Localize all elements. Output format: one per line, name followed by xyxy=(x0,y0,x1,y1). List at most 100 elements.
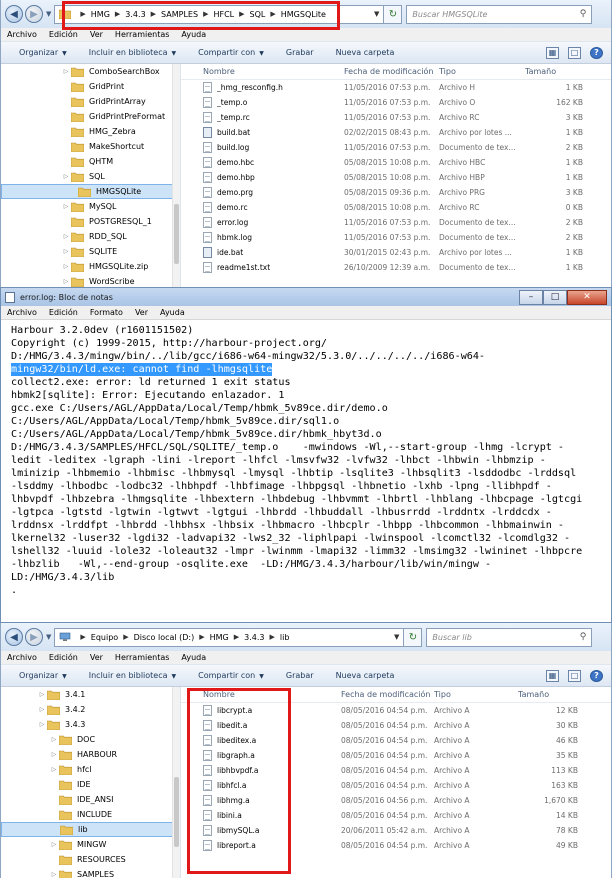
breadcrumb-separator[interactable]: ▶ xyxy=(151,10,156,18)
expand-arrow-icon[interactable]: ▷ xyxy=(49,736,59,743)
file-row[interactable]: readme1st.txt 26/10/2009 12:39 a.m. Docume… xyxy=(181,260,611,275)
tree-item[interactable]: INCLUDE xyxy=(1,807,180,822)
tree-item[interactable]: ▷ MySQL xyxy=(1,199,180,214)
expand-arrow-icon[interactable]: ▷ xyxy=(61,263,71,270)
file-row[interactable]: _temp.rc 11/05/2016 07:53 p.m. Archivo RC 3… xyxy=(181,110,611,125)
share-with-button[interactable]: Compartir con ▼ xyxy=(198,48,264,57)
file-row[interactable]: build.log 11/05/2016 07:53 p.m. Documento … xyxy=(181,140,611,155)
file-row[interactable]: libgraph.a 08/05/2016 04:54 p.m. Archivo A… xyxy=(181,748,611,763)
back-button[interactable]: ◀ xyxy=(5,5,23,23)
tree-item[interactable]: ▷ DOC xyxy=(1,732,180,747)
tree-item[interactable]: ▷ SQLITE xyxy=(1,244,180,259)
tree-item[interactable]: GridPrint xyxy=(1,79,180,94)
file-row[interactable]: build.bat 02/02/2015 08:43 p.m. Archivo po… xyxy=(181,125,611,140)
tree-item[interactable]: ▷ 3.4.3 xyxy=(1,717,180,732)
breadcrumb-item[interactable]: Disco local (D:) xyxy=(134,633,195,642)
menu-item[interactable]: Ayuda xyxy=(181,30,206,39)
column-header[interactable]: Tamaño xyxy=(518,690,604,699)
breadcrumb-separator[interactable]: ▶ xyxy=(270,633,275,641)
breadcrumb-item[interactable]: HMGSQLite xyxy=(281,10,326,19)
expand-arrow-icon[interactable] xyxy=(68,188,78,195)
include-in-library-button[interactable]: Incluir en biblioteca ▼ xyxy=(89,671,176,680)
maximize-button[interactable]: □ xyxy=(543,289,567,305)
refresh-button[interactable]: ↻ xyxy=(384,4,403,24)
tree-item[interactable]: ▷ 3.4.1 xyxy=(1,687,180,702)
expand-arrow-icon[interactable] xyxy=(61,83,71,90)
column-header[interactable]: Tamaño xyxy=(525,67,609,76)
expand-arrow-icon[interactable] xyxy=(49,811,59,818)
help-icon[interactable]: ? xyxy=(590,669,603,682)
expand-arrow-icon[interactable] xyxy=(61,158,71,165)
tree-item[interactable]: ▷ WordScribe xyxy=(1,274,180,287)
file-row[interactable]: libmySQL.a 20/06/2011 05:42 a.m. Archivo A… xyxy=(181,823,611,838)
breadcrumb-separator[interactable]: ▶ xyxy=(203,10,208,18)
organize-button[interactable]: Organizar ▼ xyxy=(19,671,67,680)
column-header[interactable]: Nombre xyxy=(181,690,341,699)
file-row[interactable]: error.log 11/05/2016 07:53 p.m. Documento … xyxy=(181,215,611,230)
menu-item[interactable]: Ver xyxy=(90,653,103,662)
breadcrumb-item[interactable]: Equipo xyxy=(91,633,118,642)
breadcrumb-item[interactable]: SAMPLES xyxy=(161,10,198,19)
expand-arrow-icon[interactable]: ▷ xyxy=(37,706,47,713)
expand-arrow-icon[interactable]: ▷ xyxy=(61,203,71,210)
expand-arrow-icon[interactable] xyxy=(49,796,59,803)
search-input[interactable]: Buscar HMGSQLite ⚲ xyxy=(406,4,593,24)
tree-item[interactable]: ▷ HMGSQLite.zip xyxy=(1,259,180,274)
menu-item[interactable]: Ver xyxy=(90,30,103,39)
recent-pages-dropdown[interactable]: ▼ xyxy=(46,633,51,641)
tree-item[interactable]: ▷ SAMPLES xyxy=(1,867,180,878)
address-bar[interactable]: ▶ HMG ▶ 3.4.3 ▶ SAMPLES ▶ HFCL ▶ SQL ▶ HMGSQLite ▼ xyxy=(54,4,385,24)
include-in-library-button[interactable]: Incluir en biblioteca ▼ xyxy=(89,48,176,57)
expand-arrow-icon[interactable] xyxy=(50,826,60,833)
expand-arrow-icon[interactable]: ▷ xyxy=(61,248,71,255)
tree-item[interactable]: ▷ ComboSearchBox xyxy=(1,64,180,79)
breadcrumb-item[interactable]: SQL xyxy=(250,10,266,19)
file-row[interactable]: _temp.o 11/05/2016 07:53 p.m. Archivo O 162… xyxy=(181,95,611,110)
menu-item[interactable]: Formato xyxy=(90,308,123,317)
file-row[interactable]: libedit.a 08/05/2016 04:54 p.m. Archivo A 3… xyxy=(181,718,611,733)
tree-item[interactable]: MakeShortcut xyxy=(1,139,180,154)
menu-item[interactable]: Ayuda xyxy=(181,653,206,662)
view-options-icon[interactable]: ▦ xyxy=(546,669,559,682)
expand-arrow-icon[interactable] xyxy=(49,781,59,788)
recent-pages-dropdown[interactable]: ▼ xyxy=(46,10,51,18)
file-row[interactable]: libhbvpdf.a 08/05/2016 04:54 p.m. Archivo … xyxy=(181,763,611,778)
refresh-button[interactable]: ↻ xyxy=(404,627,423,647)
expand-arrow-icon[interactable] xyxy=(49,856,59,863)
organize-button[interactable]: Organizar ▼ xyxy=(19,48,67,57)
tree-item[interactable]: ▷ RDD_SQL xyxy=(1,229,180,244)
expand-arrow-icon[interactable] xyxy=(61,143,71,150)
menu-item[interactable]: Edición xyxy=(49,653,78,662)
file-row[interactable]: libini.a 08/05/2016 04:54 p.m. Archivo A 14… xyxy=(181,808,611,823)
menu-item[interactable]: Archivo xyxy=(7,30,37,39)
expand-arrow-icon[interactable]: ▷ xyxy=(49,766,59,773)
column-header[interactable]: Fecha de modificación xyxy=(344,67,439,76)
view-options-icon[interactable]: ▦ xyxy=(546,46,559,59)
column-header[interactable]: Fecha de modificación xyxy=(341,690,434,699)
tree-item[interactable]: IDE_ANSI xyxy=(1,792,180,807)
file-row[interactable]: libhmg.a 08/05/2016 04:56 p.m. Archivo A 1,… xyxy=(181,793,611,808)
search-input[interactable]: Buscar lib ⚲ xyxy=(426,627,593,647)
tree-item[interactable]: QHTM xyxy=(1,154,180,169)
menu-item[interactable]: Herramientas xyxy=(115,30,170,39)
breadcrumb-separator[interactable]: ▶ xyxy=(270,10,275,18)
tree-item[interactable]: HMGSQLite xyxy=(1,184,180,199)
minimize-button[interactable]: – xyxy=(519,289,543,305)
file-row[interactable]: libeditex.a 08/05/2016 04:54 p.m. Archivo … xyxy=(181,733,611,748)
file-row[interactable]: libhfcl.a 08/05/2016 04:54 p.m. Archivo A 1… xyxy=(181,778,611,793)
breadcrumb-separator[interactable]: ▶ xyxy=(123,633,128,641)
column-header[interactable]: Tipo xyxy=(434,690,518,699)
tree-item[interactable]: GridPrintPreFormat xyxy=(1,109,180,124)
tree-item[interactable]: ▷ SQL xyxy=(1,169,180,184)
breadcrumb-separator[interactable]: ▶ xyxy=(239,10,244,18)
expand-arrow-icon[interactable]: ▷ xyxy=(49,841,59,848)
menu-item[interactable]: Ver xyxy=(135,308,148,317)
tree-item[interactable]: ▷ hfcl xyxy=(1,762,180,777)
breadcrumb-item[interactable]: HFCL xyxy=(213,10,234,19)
expand-arrow-icon[interactable] xyxy=(61,128,71,135)
close-button[interactable]: ✕ xyxy=(567,289,607,305)
address-dropdown-icon[interactable]: ▼ xyxy=(388,633,399,641)
breadcrumb-item[interactable]: HMG xyxy=(210,633,229,642)
expand-arrow-icon[interactable]: ▷ xyxy=(61,278,71,285)
preview-pane-icon[interactable]: □ xyxy=(568,669,581,682)
